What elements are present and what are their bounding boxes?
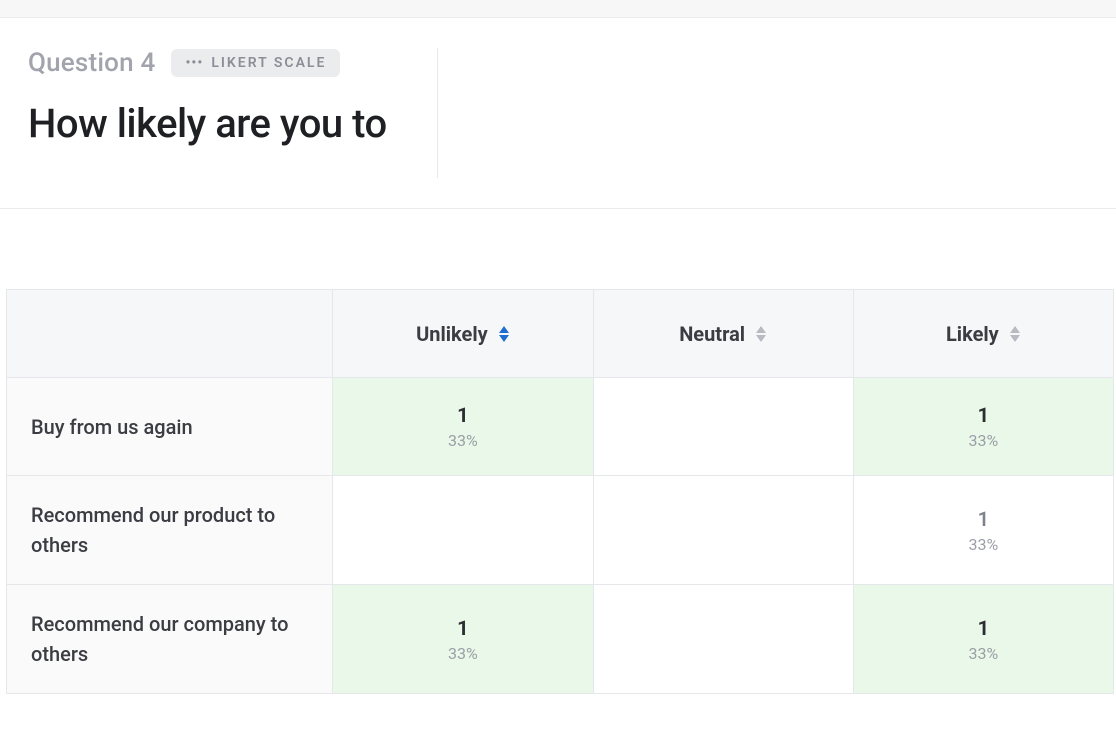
response-percent: 33% — [854, 644, 1113, 663]
response-cell — [593, 585, 853, 694]
row-label: Recommend our product to others — [7, 476, 333, 585]
response-count: 1 — [854, 403, 1113, 427]
sort-icon — [1009, 326, 1021, 342]
column-header-label: Likely — [946, 322, 999, 346]
response-percent: 33% — [854, 431, 1113, 450]
response-count: 1 — [854, 507, 1113, 531]
top-bar — [0, 0, 1116, 18]
likert-table-wrap: Unlikely Neutral Likely Buy from us agai… — [0, 209, 1116, 694]
table-row: Recommend our company to others1 33%1 33… — [7, 585, 1114, 694]
likert-table-head: Unlikely Neutral Likely — [7, 290, 1114, 378]
column-header[interactable]: Likely — [853, 290, 1113, 378]
question-header: Question 4 ••• LIKERT SCALE How likely a… — [0, 18, 1116, 209]
likert-corner-cell — [7, 290, 333, 378]
response-count: 1 — [333, 403, 592, 427]
question-number-label: Question 4 — [28, 48, 155, 78]
ellipsis-icon: ••• — [185, 56, 203, 70]
sort-icon — [498, 326, 510, 342]
response-count: 1 — [333, 616, 592, 640]
response-percent: 33% — [333, 644, 592, 663]
response-cell: 1 33% — [853, 585, 1113, 694]
response-cell: 1 33% — [853, 476, 1113, 585]
response-cell: 1 33% — [853, 378, 1113, 476]
column-header[interactable]: Unlikely — [333, 290, 593, 378]
response-cell — [593, 378, 853, 476]
response-percent: 33% — [854, 535, 1113, 554]
table-row: Buy from us again1 33%1 33% — [7, 378, 1114, 476]
sort-icon — [755, 326, 767, 342]
question-meta-row: Question 4 ••• LIKERT SCALE — [28, 48, 387, 78]
row-label: Recommend our company to others — [7, 585, 333, 694]
question-type-badge: ••• LIKERT SCALE — [171, 49, 340, 77]
likert-table: Unlikely Neutral Likely Buy from us agai… — [6, 289, 1114, 694]
response-cell — [333, 476, 593, 585]
response-cell: 1 33% — [333, 378, 593, 476]
column-header-label: Unlikely — [416, 322, 488, 346]
table-row: Recommend our product to others 1 33% — [7, 476, 1114, 585]
response-count: 1 — [854, 616, 1113, 640]
question-type-text: LIKERT SCALE — [211, 55, 326, 71]
column-header-label: Neutral — [679, 322, 745, 346]
response-cell — [593, 476, 853, 585]
response-percent: 33% — [333, 431, 592, 450]
likert-table-body: Buy from us again1 33%1 33%Recommend our… — [7, 378, 1114, 694]
response-cell: 1 33% — [333, 585, 593, 694]
column-header[interactable]: Neutral — [593, 290, 853, 378]
row-label: Buy from us again — [7, 378, 333, 476]
question-title: How likely are you to — [28, 100, 387, 147]
question-header-left: Question 4 ••• LIKERT SCALE How likely a… — [28, 48, 438, 178]
